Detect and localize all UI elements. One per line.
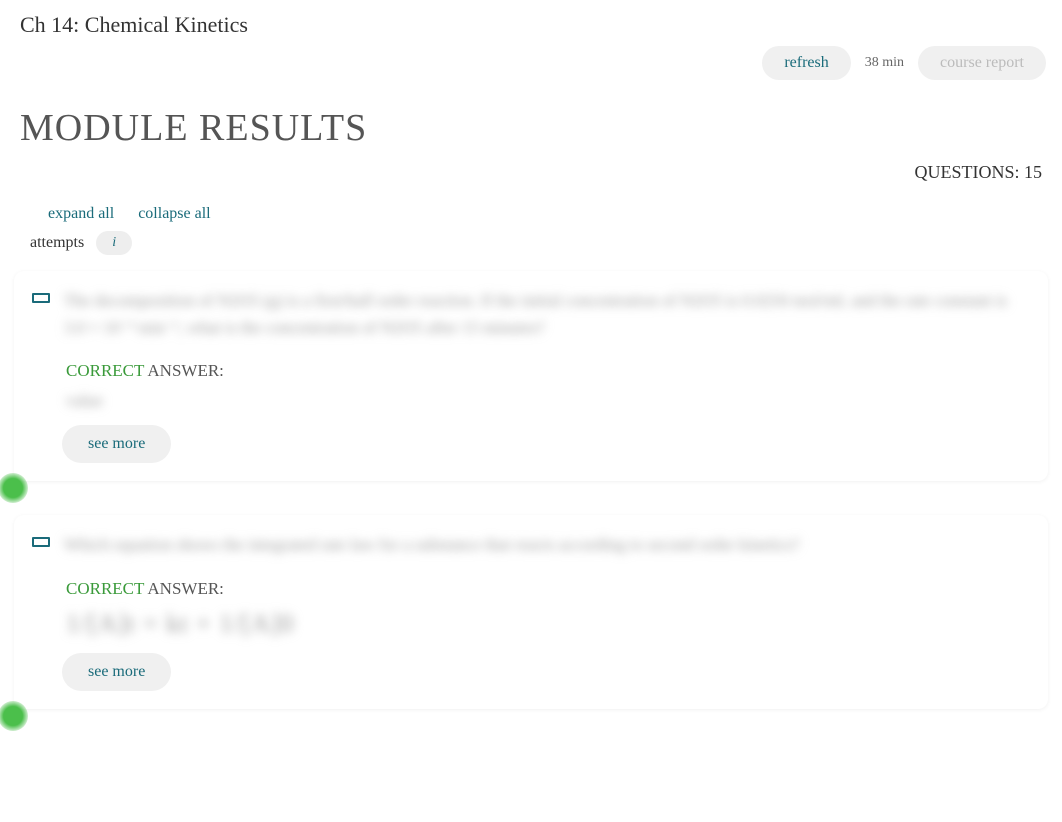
question-body: The decomposition of N2O5 (g) is a first… xyxy=(32,287,1030,341)
status-correct-icon xyxy=(0,701,28,731)
questions-count: QUESTIONS: 15 xyxy=(0,162,1062,197)
course-report-button: course report xyxy=(918,46,1046,80)
question-card-wrap: Which equation shows the integrated rate… xyxy=(0,515,1062,708)
question-body: Which equation shows the integrated rate… xyxy=(32,531,1030,558)
attempts-info-icon[interactable]: i xyxy=(96,231,132,255)
top-actions-bar: refresh 38 min course report xyxy=(0,46,1062,96)
attempts-label: attempts xyxy=(30,234,84,252)
answer-header: CORRECT ANSWER: xyxy=(32,341,1030,387)
correct-label: CORRECT xyxy=(66,361,144,380)
answer-value-blurred: value xyxy=(32,387,1030,425)
see-more-button[interactable]: see more xyxy=(62,425,171,463)
question-card: Which equation shows the integrated rate… xyxy=(14,515,1048,708)
collapse-all-button[interactable]: collapse all xyxy=(138,205,210,223)
chapter-title: Ch 14: Chemical Kinetics xyxy=(0,0,1062,46)
question-prompt-blurred: Which equation shows the integrated rate… xyxy=(64,531,799,558)
correct-label: CORRECT xyxy=(66,579,144,598)
question-type-icon xyxy=(32,537,50,547)
refresh-button[interactable]: refresh xyxy=(762,46,850,80)
expand-all-button[interactable]: expand all xyxy=(48,205,114,223)
question-card-wrap: The decomposition of N2O5 (g) is a first… xyxy=(0,271,1062,481)
questions-count-label: QUESTIONS: xyxy=(914,162,1019,182)
answer-header: CORRECT ANSWER: xyxy=(32,559,1030,605)
answer-label: ANSWER: xyxy=(144,361,224,380)
expand-collapse-controls: expand all collapse all xyxy=(0,197,1062,227)
question-card: The decomposition of N2O5 (g) is a first… xyxy=(14,271,1048,481)
questions-count-value: 15 xyxy=(1024,162,1042,182)
question-type-icon xyxy=(32,293,50,303)
see-more-button[interactable]: see more xyxy=(62,653,171,691)
refresh-time-label: 38 min xyxy=(861,55,908,71)
status-correct-icon xyxy=(0,473,28,503)
question-prompt-blurred: The decomposition of N2O5 (g) is a first… xyxy=(64,287,1030,341)
attempts-row: attempts i xyxy=(0,227,1062,265)
module-results-heading: MODULE RESULTS xyxy=(0,96,1062,162)
answer-value-blurred: 1/[A]t = kt + 1/[A]0 xyxy=(32,605,1030,653)
answer-label: ANSWER: xyxy=(144,579,224,598)
